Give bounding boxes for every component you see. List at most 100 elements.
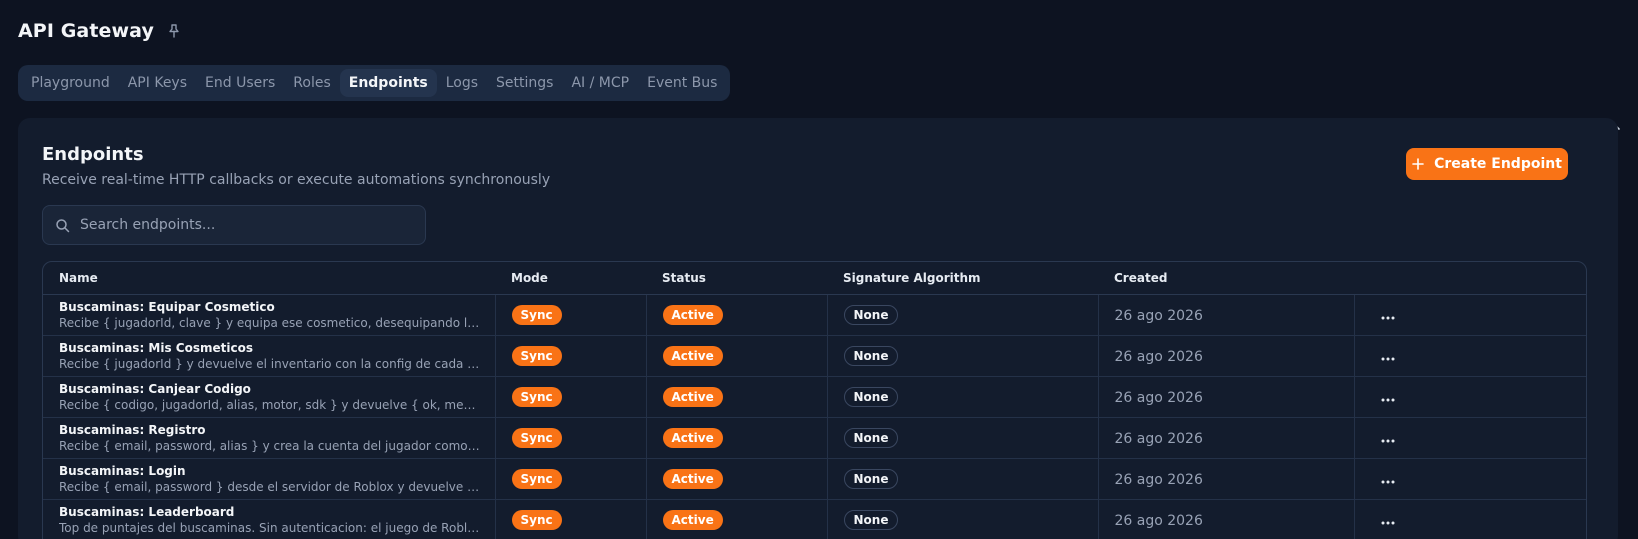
mode-badge: Sync — [511, 428, 562, 448]
created-cell: 26 ago 2026 — [1098, 499, 1355, 539]
mode-cell: Sync — [495, 376, 647, 418]
endpoint-description: Recibe { codigo, jugadorId, alias, motor… — [59, 397, 483, 412]
create-endpoint-button[interactable]: Create Endpoint — [1406, 148, 1568, 180]
name-cell: Buscaminas: Leaderboard Top de puntajes d… — [43, 499, 496, 539]
algorithm-cell: None — [827, 417, 1099, 459]
algorithm-cell: None — [827, 335, 1099, 377]
tab-ai-mcp[interactable]: AI / MCP — [562, 69, 638, 97]
actions-cell — [1354, 335, 1586, 377]
algorithm-cell: None — [827, 499, 1099, 539]
created-date: 26 ago 2026 — [1114, 308, 1203, 324]
more-horizontal-icon[interactable] — [1381, 357, 1395, 361]
created-cell: 26 ago 2026 — [1098, 294, 1355, 336]
table-row[interactable]: Buscaminas: Mis Cosmeticos Recibe { jugad… — [43, 335, 1586, 377]
more-horizontal-icon[interactable] — [1381, 439, 1395, 443]
created-date: 26 ago 2026 — [1114, 472, 1203, 488]
endpoint-description: Recibe { email, password } desde el serv… — [59, 479, 483, 494]
table-row[interactable]: Buscaminas: Registro Recibe { email, pass… — [43, 417, 1586, 459]
created-date: 26 ago 2026 — [1114, 349, 1203, 365]
created-cell: 26 ago 2026 — [1098, 417, 1355, 459]
name-cell: Buscaminas: Canjear Codigo Recibe { codig… — [43, 376, 496, 418]
mode-cell: Sync — [495, 417, 647, 459]
app-header: API Gateway — [18, 20, 182, 42]
mode-cell: Sync — [495, 294, 647, 336]
actions-cell — [1354, 417, 1586, 459]
actions-cell — [1354, 294, 1586, 336]
header-name: Name — [43, 262, 495, 295]
table-row[interactable]: Buscaminas: Equipar Cosmetico Recibe { ju… — [43, 294, 1586, 336]
search-input[interactable] — [80, 217, 400, 233]
section-subtitle: Receive real-time HTTP callbacks or exec… — [42, 172, 551, 188]
header-actions — [1354, 262, 1586, 295]
endpoint-description: Recibe { jugadorId } y devuelve el inven… — [59, 356, 483, 371]
status-cell: Active — [646, 335, 828, 377]
table-header-row: Name Mode Status Signature Algorithm Cre… — [43, 262, 1586, 295]
endpoint-name: Buscaminas: Registro — [59, 422, 206, 437]
more-horizontal-icon[interactable] — [1381, 398, 1395, 402]
endpoint-description: Recibe { jugadorId, clave } y equipa ese… — [59, 315, 483, 330]
tab-end-users[interactable]: End Users — [196, 69, 284, 97]
endpoint-description: Top de puntajes del buscaminas. Sin aute… — [59, 520, 483, 535]
mode-badge: Sync — [511, 346, 562, 366]
created-date: 26 ago 2026 — [1114, 390, 1203, 406]
mode-badge: Sync — [511, 469, 562, 489]
create-endpoint-label: Create Endpoint — [1434, 156, 1562, 172]
endpoint-name: Buscaminas: Login — [59, 463, 186, 478]
status-badge: Active — [662, 346, 723, 366]
search-box[interactable] — [42, 205, 426, 245]
created-cell: 26 ago 2026 — [1098, 376, 1355, 418]
tab-playground[interactable]: Playground — [22, 69, 119, 97]
more-horizontal-icon[interactable] — [1381, 480, 1395, 484]
table-row[interactable]: Buscaminas: Canjear Codigo Recibe { codig… — [43, 376, 1586, 418]
actions-cell — [1354, 458, 1586, 500]
created-date: 26 ago 2026 — [1114, 431, 1203, 447]
algorithm-badge: None — [843, 346, 899, 366]
table-row[interactable]: Buscaminas: Login Recibe { email, passwor… — [43, 458, 1586, 500]
page-title: API Gateway — [18, 20, 154, 42]
algorithm-badge: None — [843, 428, 899, 448]
status-cell: Active — [646, 499, 828, 539]
tab-endpoints[interactable]: Endpoints — [339, 69, 437, 97]
section-title: Endpoints — [42, 144, 144, 165]
more-horizontal-icon[interactable] — [1381, 316, 1395, 320]
mode-badge: Sync — [511, 387, 562, 407]
tab-bar: Playground API Keys End Users Roles Endp… — [18, 65, 731, 101]
algorithm-badge: None — [843, 510, 899, 530]
plus-icon — [1412, 158, 1424, 170]
endpoint-name: Buscaminas: Leaderboard — [59, 504, 235, 519]
status-cell: Active — [646, 417, 828, 459]
endpoints-table: Name Mode Status Signature Algorithm Cre… — [42, 261, 1587, 539]
status-cell: Active — [646, 294, 828, 336]
created-cell: 26 ago 2026 — [1098, 335, 1355, 377]
mode-cell: Sync — [495, 499, 647, 539]
pin-icon[interactable] — [166, 23, 182, 39]
status-badge: Active — [662, 510, 723, 530]
name-cell: Buscaminas: Equipar Cosmetico Recibe { ju… — [43, 294, 496, 336]
status-badge: Active — [662, 428, 723, 448]
more-horizontal-icon[interactable] — [1381, 521, 1395, 525]
tab-event-bus[interactable]: Event Bus — [638, 69, 726, 97]
tab-logs[interactable]: Logs — [437, 69, 487, 97]
actions-cell — [1354, 499, 1586, 539]
tab-api-keys[interactable]: API Keys — [119, 69, 196, 97]
tab-roles[interactable]: Roles — [284, 69, 339, 97]
status-badge: Active — [662, 387, 723, 407]
header-mode: Mode — [495, 262, 646, 295]
name-cell: Buscaminas: Login Recibe { email, passwor… — [43, 458, 496, 500]
mode-badge: Sync — [511, 510, 562, 530]
search-icon — [55, 218, 70, 233]
name-cell: Buscaminas: Registro Recibe { email, pass… — [43, 417, 496, 459]
endpoint-name: Buscaminas: Equipar Cosmetico — [59, 299, 275, 314]
endpoint-description: Recibe { email, password, alias } y crea… — [59, 438, 483, 453]
mode-cell: Sync — [495, 335, 647, 377]
algorithm-cell: None — [827, 376, 1099, 418]
mode-badge: Sync — [511, 305, 562, 325]
status-cell: Active — [646, 376, 828, 418]
algorithm-badge: None — [843, 305, 899, 325]
status-cell: Active — [646, 458, 828, 500]
table-row[interactable]: Buscaminas: Leaderboard Top de puntajes d… — [43, 499, 1586, 539]
header-signature-algorithm: Signature Algorithm — [827, 262, 1098, 295]
header-status: Status — [646, 262, 827, 295]
tab-settings[interactable]: Settings — [487, 69, 562, 97]
algorithm-cell: None — [827, 458, 1099, 500]
